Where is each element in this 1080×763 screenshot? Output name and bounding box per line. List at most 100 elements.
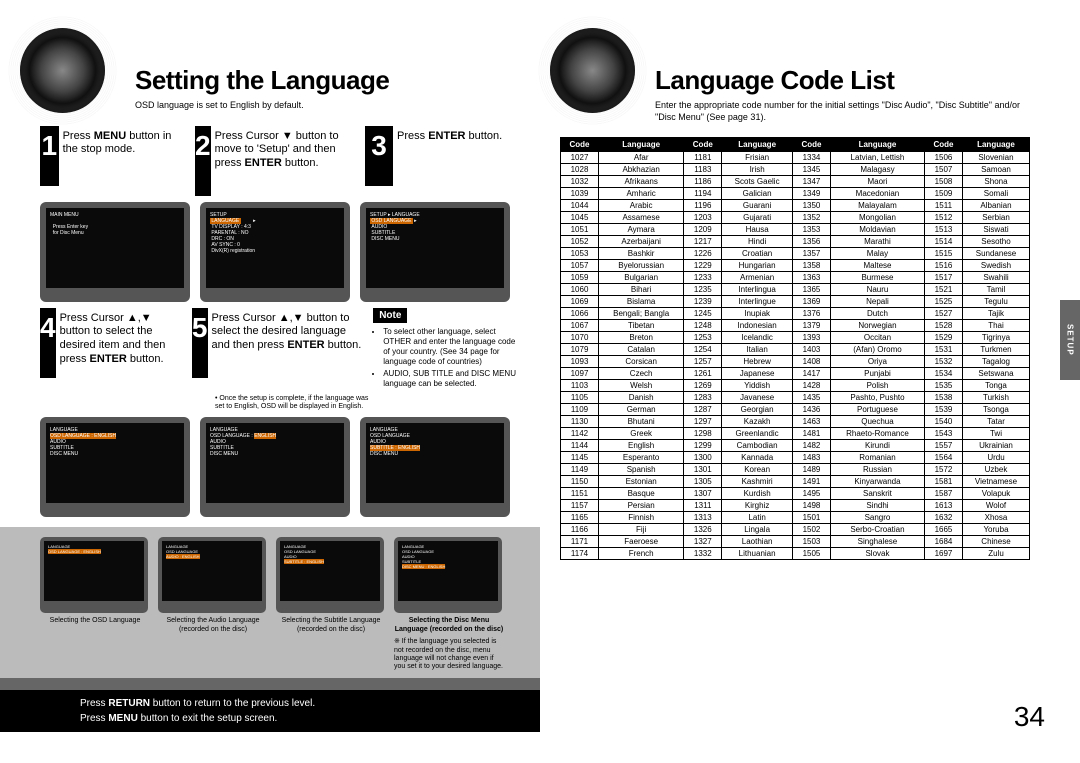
table-row: 1103Welsh1269Yiddish1428Polish1535Tonga [561, 380, 1030, 392]
table-cell: 1313 [684, 512, 722, 524]
table-cell: Mongolian [830, 212, 924, 224]
table-cell: 1226 [684, 248, 722, 260]
table-cell: Corsican [599, 356, 684, 368]
table-cell: 1307 [684, 488, 722, 500]
step-text: Press Cursor ▲,▼ button to select the de… [212, 308, 364, 353]
table-cell: 1194 [684, 188, 722, 200]
table-cell: Faeroese [599, 536, 684, 548]
page-left: Setting the Language OSD language is set… [0, 0, 540, 763]
table-cell: 1529 [924, 332, 962, 344]
caption-col: LANGUAGEOSD LANGUAGE : ENGLISH Selecting… [40, 537, 150, 671]
table-cell: Interlingua [722, 284, 793, 296]
table-cell: 1376 [792, 308, 830, 320]
tv-screenshot-small: LANGUAGEOSD LANGUAGEAUDIOSUBTITLE : ENGL… [276, 537, 384, 613]
table-cell: Fiji [599, 524, 684, 536]
step-number: 4 [40, 308, 56, 378]
table-cell: Bulgarian [599, 272, 684, 284]
table-cell: Shona [962, 176, 1029, 188]
table-cell: Icelandic [722, 332, 793, 344]
table-cell: Sundanese [962, 248, 1029, 260]
table-cell: 1334 [792, 152, 830, 164]
table-cell: Interlingue [722, 296, 793, 308]
manual-spread: Setting the Language OSD language is set… [0, 0, 1080, 763]
step-text: Press MENU button in the stop mode. [63, 126, 185, 158]
table-cell: 1356 [792, 236, 830, 248]
note-item: AUDIO, SUB TITLE and DISC MENU language … [383, 369, 520, 389]
table-cell: 1352 [792, 212, 830, 224]
table-cell: Marathi [830, 236, 924, 248]
table-cell: Persian [599, 500, 684, 512]
table-cell: Macedonian [830, 188, 924, 200]
table-cell: 1632 [924, 512, 962, 524]
step-2: 2 Press Cursor ▼ button to move to 'Setu… [195, 126, 355, 196]
table-cell: Singhalese [830, 536, 924, 548]
note-item: To select other language, select OTHER a… [383, 327, 520, 367]
table-cell: 1097 [561, 368, 599, 380]
table-cell: 1245 [684, 308, 722, 320]
table-cell: Turkmen [962, 344, 1029, 356]
table-row: 1142Greek1298Greenlandic1481Rhaeto-Roman… [561, 428, 1030, 440]
table-cell: 1528 [924, 320, 962, 332]
table-cell: Bislama [599, 296, 684, 308]
table-cell: 1507 [924, 164, 962, 176]
table-cell: 1501 [792, 512, 830, 524]
table-cell: 1535 [924, 380, 962, 392]
step-3: 3 Press ENTER button. [365, 126, 510, 196]
table-row: 1045Assamese1203Gujarati1352Mongolian151… [561, 212, 1030, 224]
table-cell: 1248 [684, 320, 722, 332]
caption-strip: LANGUAGEOSD LANGUAGE : ENGLISH Selecting… [0, 527, 540, 677]
table-cell: Scots Gaelic [722, 176, 793, 188]
page-number-left: 33 [35, 691, 66, 723]
table-cell: 1349 [792, 188, 830, 200]
table-row: 1067Tibetan1248Indonesian1379Norwegian15… [561, 320, 1030, 332]
table-cell: Galician [722, 188, 793, 200]
table-cell: Portuguese [830, 404, 924, 416]
table-cell: 1233 [684, 272, 722, 284]
table-cell: 1028 [561, 164, 599, 176]
table-cell: 1531 [924, 344, 962, 356]
table-cell: Uzbek [962, 464, 1029, 476]
table-cell: 1269 [684, 380, 722, 392]
table-cell: 1045 [561, 212, 599, 224]
table-cell: 1365 [792, 284, 830, 296]
table-cell: 1363 [792, 272, 830, 284]
tv-row-2: LANGUAGEOSD LANGUAGE : ENGLISHAUDIOSUBTI… [40, 417, 520, 517]
table-cell: 1428 [792, 380, 830, 392]
table-cell: 1515 [924, 248, 962, 260]
table-cell: 1261 [684, 368, 722, 380]
table-cell: Georgian [722, 404, 793, 416]
table-cell: Bashkir [599, 248, 684, 260]
table-cell: Esperanto [599, 452, 684, 464]
table-cell: 1174 [561, 548, 599, 560]
table-cell: Kannada [722, 452, 793, 464]
table-cell: Volapuk [962, 488, 1029, 500]
asterisk-note: ※ If the language you selected is not re… [394, 638, 504, 672]
table-row: 1149Spanish1301Korean1489Russian1572Uzbe… [561, 464, 1030, 476]
table-cell: 1067 [561, 320, 599, 332]
table-row: 1053Bashkir1226Croatian1357Malay1515Sund… [561, 248, 1030, 260]
table-cell: Japanese [722, 368, 793, 380]
table-header-cell: Language [722, 138, 793, 152]
table-cell: 1311 [684, 500, 722, 512]
table-cell: 1358 [792, 260, 830, 272]
table-cell: 1532 [924, 356, 962, 368]
table-cell: Xhosa [962, 512, 1029, 524]
table-cell: Polish [830, 380, 924, 392]
table-cell: Chinese [962, 536, 1029, 548]
table-row: 1079Catalan1254Italian1403(Afan) Oromo15… [561, 344, 1030, 356]
table-cell: 1489 [792, 464, 830, 476]
table-cell: 1587 [924, 488, 962, 500]
table-row: 1069Bislama1239Interlingue1369Nepali1525… [561, 296, 1030, 308]
table-cell: 1613 [924, 500, 962, 512]
table-cell: 1171 [561, 536, 599, 548]
table-cell: Estonian [599, 476, 684, 488]
table-cell: Urdu [962, 452, 1029, 464]
table-cell: Tajik [962, 308, 1029, 320]
table-cell: 1357 [792, 248, 830, 260]
table-cell: 1512 [924, 212, 962, 224]
table-cell: Quechua [830, 416, 924, 428]
table-cell: 1109 [561, 404, 599, 416]
table-cell: 1229 [684, 260, 722, 272]
table-cell: 1283 [684, 392, 722, 404]
tv-screenshot-small: LANGUAGEOSD LANGUAGE : ENGLISH [40, 537, 148, 613]
